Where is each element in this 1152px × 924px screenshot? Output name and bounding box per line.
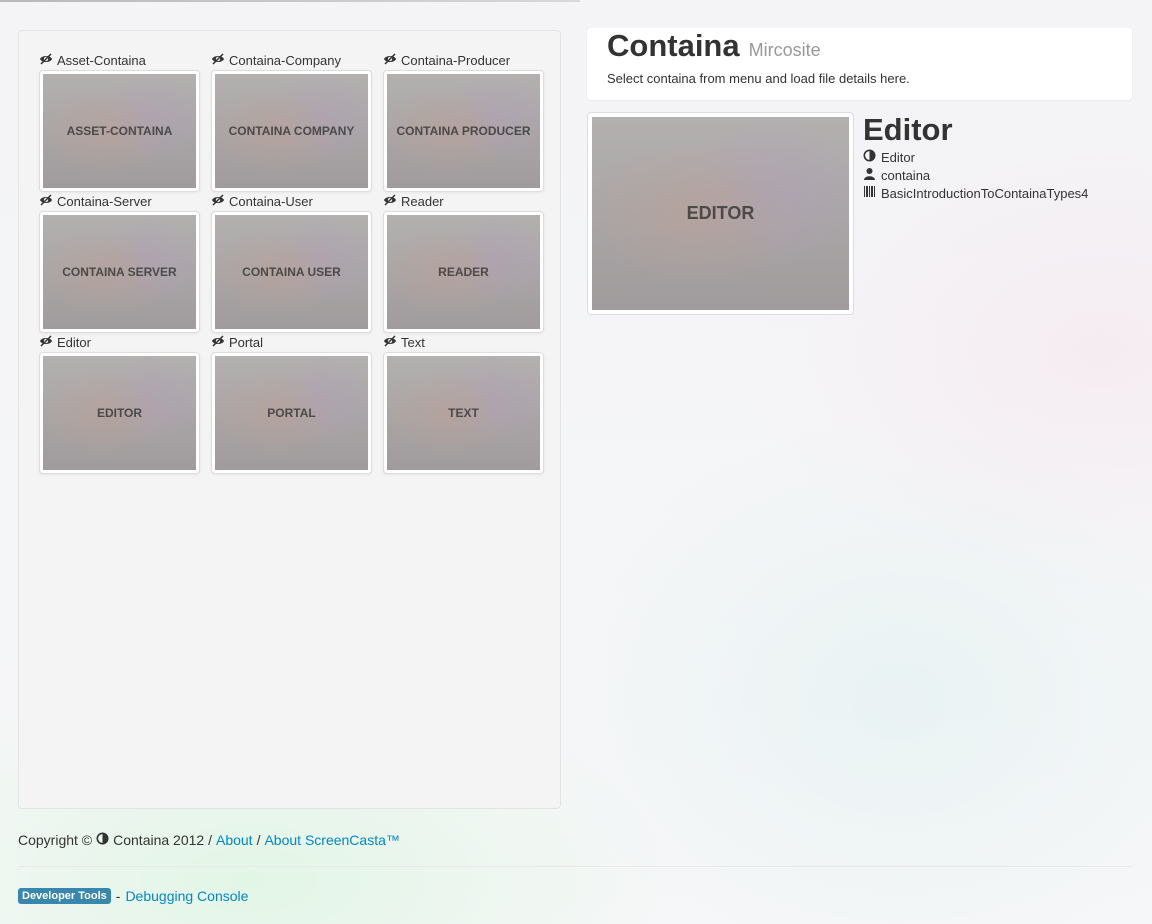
tile-title: Containa-Server — [39, 192, 200, 210]
brand-text: Containa 2012 / — [113, 832, 212, 848]
containa-menu-panel: Asset-Containa ASSET-CONTAINA Containa-C… — [18, 30, 561, 809]
tile-containa-user[interactable]: Containa-User CONTAINA USER — [211, 192, 372, 333]
eye-icon — [211, 193, 225, 209]
footer-divider — [18, 866, 1132, 867]
page-title: Containa — [607, 28, 740, 63]
thumbnail-placeholder: CONTAINA SERVER — [43, 215, 196, 329]
detail-title: Editor — [863, 112, 953, 147]
eye-icon — [211, 334, 225, 350]
tile-containa-server[interactable]: Containa-Server CONTAINA SERVER — [39, 192, 200, 333]
thumbnail-placeholder: CONTAINA USER — [215, 215, 368, 329]
debugging-console-link[interactable]: Debugging Console — [125, 888, 248, 904]
detail-thumbnail[interactable]: EDITOR — [587, 112, 854, 315]
eye-icon — [39, 52, 53, 68]
tile-title: Editor — [39, 333, 200, 351]
tile-label: Containa-Producer — [401, 52, 511, 68]
thumbnail[interactable]: CONTAINA PRODUCER — [383, 70, 544, 192]
thumbnail-placeholder: READER — [387, 215, 540, 329]
detail-type-label: Editor — [881, 149, 915, 165]
detail-owner: containa — [863, 167, 930, 183]
tile-title: Containa-Company — [211, 51, 372, 69]
tile-label: Containa-Server — [57, 193, 152, 209]
detail-thumbnail-placeholder: EDITOR — [592, 117, 849, 310]
tile-title: Reader — [383, 192, 544, 210]
detail-owner-label: containa — [881, 167, 931, 183]
eye-icon — [39, 193, 53, 209]
about-link[interactable]: About — [216, 832, 253, 848]
thumbnail[interactable]: EDITOR — [39, 352, 200, 474]
tile-asset-containa[interactable]: Asset-Containa ASSET-CONTAINA — [39, 51, 200, 192]
page-description: Select containa from menu and load file … — [607, 71, 910, 86]
eye-icon — [383, 334, 397, 350]
tile-title: Portal — [211, 333, 372, 351]
eye-icon — [211, 52, 225, 68]
page-heading: Containa Mircosite — [607, 28, 821, 64]
eye-icon — [383, 52, 397, 68]
tile-label: Containa-User — [229, 193, 313, 209]
tile-title: Containa-User — [211, 192, 372, 210]
adjust-icon — [96, 832, 109, 848]
thumbnail-placeholder: CONTAINA PRODUCER — [387, 74, 540, 188]
tile-title: Containa-Producer — [383, 51, 544, 69]
eye-icon — [383, 193, 397, 209]
top-bar — [0, 0, 580, 2]
developer-tools-label: Developer Tools — [18, 888, 111, 904]
tile-title: Text — [383, 333, 544, 351]
thumbnail[interactable]: CONTAINA COMPANY — [211, 70, 372, 192]
thumbnail[interactable]: READER — [383, 211, 544, 333]
user-icon — [863, 167, 876, 183]
tile-label: Text — [401, 334, 425, 350]
developer-tools-bar: Developer Tools - Debugging Console — [18, 888, 248, 904]
copyright-text: Copyright © — [18, 832, 93, 848]
dev-separator: - — [115, 888, 121, 904]
detail-file: BasicIntroductionToContainaTypes4 — [863, 185, 1088, 201]
hero-unit: Containa Mircosite Select containa from … — [587, 28, 1132, 100]
tile-editor[interactable]: Editor EDITOR — [39, 333, 200, 474]
thumbnail-placeholder: ASSET-CONTAINA — [43, 74, 196, 188]
tile-label: Asset-Containa — [57, 52, 146, 68]
thumbnail-placeholder: CONTAINA COMPANY — [215, 74, 368, 188]
eye-icon — [39, 334, 53, 350]
tile-label: Editor — [57, 334, 91, 350]
thumbnail[interactable]: CONTAINA SERVER — [39, 211, 200, 333]
tile-title: Asset-Containa — [39, 51, 200, 69]
thumbnail-placeholder: EDITOR — [43, 356, 196, 470]
tile-containa-producer[interactable]: Containa-Producer CONTAINA PRODUCER — [383, 51, 544, 192]
detail-type: Editor — [863, 149, 915, 165]
thumbnail[interactable]: PORTAL — [211, 352, 372, 474]
footer-copyright: Copyright © Containa 2012 / About / Abou… — [18, 832, 400, 848]
page-subtitle: Mircosite — [748, 40, 821, 60]
thumbnail[interactable]: CONTAINA USER — [211, 211, 372, 333]
tile-reader[interactable]: Reader READER — [383, 192, 544, 333]
tile-containa-company[interactable]: Containa-Company CONTAINA COMPANY — [211, 51, 372, 192]
about-screencasta-link[interactable]: About ScreenCasta™ — [264, 832, 399, 848]
tile-label: Containa-Company — [229, 52, 342, 68]
detail-file-label: BasicIntroductionToContainaTypes4 — [881, 185, 1089, 201]
barcode-icon — [863, 185, 876, 201]
footer-separator: / — [256, 832, 261, 848]
thumbnail[interactable]: ASSET-CONTAINA — [39, 70, 200, 192]
tile-text[interactable]: Text TEXT — [383, 333, 544, 474]
tile-label: Portal — [229, 334, 263, 350]
tile-label: Reader — [401, 193, 444, 209]
thumbnail-placeholder: PORTAL — [215, 356, 368, 470]
tile-portal[interactable]: Portal PORTAL — [211, 333, 372, 474]
adjust-icon — [863, 149, 876, 165]
thumbnail-placeholder: TEXT — [387, 356, 540, 470]
thumbnail[interactable]: TEXT — [383, 352, 544, 474]
